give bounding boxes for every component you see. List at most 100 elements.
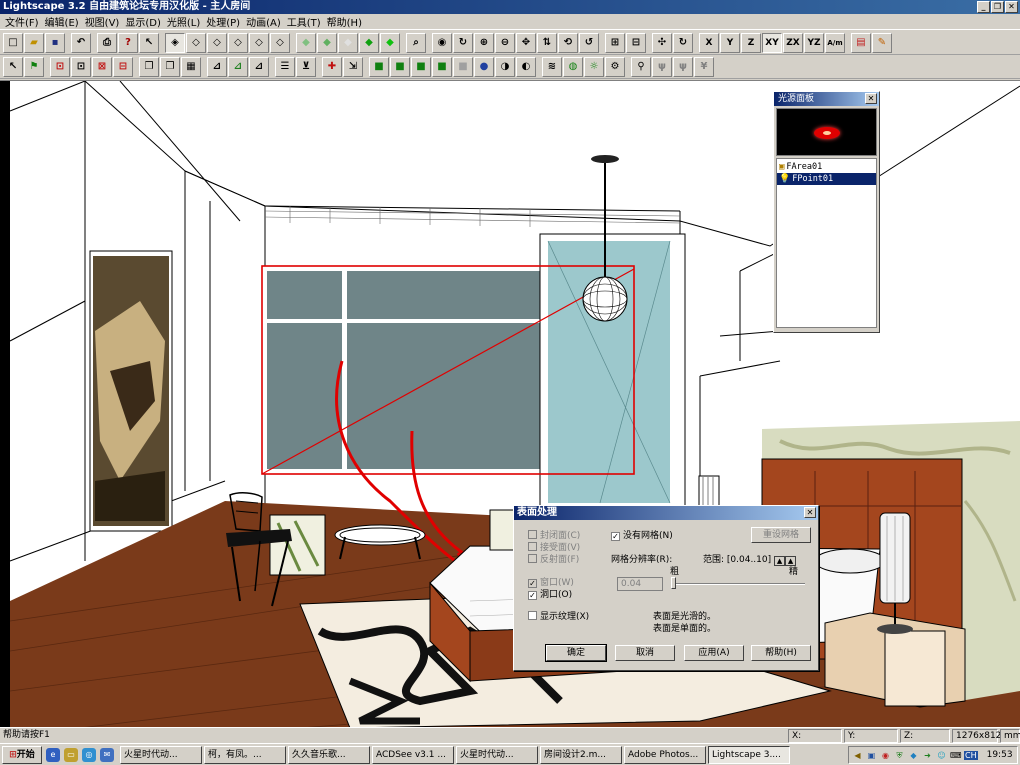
spin-up-icon[interactable]: ▲ bbox=[774, 556, 786, 566]
reflect-face-checkbox[interactable]: 反射面(F) bbox=[528, 552, 579, 565]
media-icon[interactable]: ◎ bbox=[82, 747, 96, 762]
radiosity-icon[interactable]: ◍ bbox=[563, 56, 583, 77]
move-icon[interactable]: ✣ bbox=[652, 32, 672, 53]
axis-am-button[interactable]: A/m bbox=[825, 32, 845, 53]
select-mode-icon[interactable]: ◈ bbox=[165, 32, 185, 53]
axis-zx-button[interactable]: ZX bbox=[783, 32, 803, 53]
undo-icon[interactable]: ↶ bbox=[71, 32, 91, 53]
layers-stack-icon[interactable]: ≋ bbox=[542, 56, 562, 77]
select-red-icon[interactable]: ⊡ bbox=[50, 56, 70, 77]
task-button[interactable]: 房间设计2.m... bbox=[540, 745, 622, 764]
figure-icon[interactable]: ψ bbox=[652, 56, 672, 77]
block-edit-icon[interactable]: ■ bbox=[432, 56, 452, 77]
menu-tools[interactable]: 工具(T) bbox=[284, 14, 324, 29]
desktop-icon[interactable]: ▭ bbox=[64, 747, 78, 762]
menu-edit[interactable]: 编辑(E) bbox=[42, 14, 82, 29]
rotate-icon[interactable]: ⟲ bbox=[558, 32, 578, 53]
dialog-close-button[interactable]: ✕ bbox=[804, 507, 816, 518]
edit-block-icon[interactable]: ⊿ bbox=[228, 56, 248, 77]
zoom-extents-icon[interactable]: ⊞ bbox=[605, 32, 625, 53]
resolution-slider-thumb[interactable] bbox=[671, 577, 676, 589]
light-panel-close-button[interactable]: ✕ bbox=[865, 93, 877, 104]
transform-icon[interactable]: ⇲ bbox=[343, 56, 363, 77]
edit-material-icon[interactable]: ⊿ bbox=[249, 56, 269, 77]
filter-icon[interactable]: ⊻ bbox=[296, 56, 316, 77]
block-green-icon[interactable]: ■ bbox=[369, 56, 389, 77]
copy-icon[interactable]: ❐ bbox=[139, 56, 159, 77]
select-box-icon[interactable]: ⊡ bbox=[71, 56, 91, 77]
block-instance-icon[interactable]: ■ bbox=[411, 56, 431, 77]
select-green-icon[interactable]: ⚑ bbox=[24, 56, 44, 77]
resolution-slider-track[interactable] bbox=[671, 583, 805, 585]
menu-light[interactable]: 光照(L) bbox=[164, 14, 203, 29]
help-button[interactable]: 帮助(H) bbox=[751, 645, 811, 661]
globe-icon[interactable]: ● bbox=[474, 56, 494, 77]
axis-z-button[interactable]: Z bbox=[741, 32, 761, 53]
process-icon[interactable]: ⚙ bbox=[605, 56, 625, 77]
task-button[interactable]: 柯，有凤。... bbox=[204, 745, 286, 764]
outlook-icon[interactable]: ✉ bbox=[100, 747, 114, 762]
context-help-icon[interactable]: ↖ bbox=[139, 32, 159, 53]
menu-display[interactable]: 显示(D) bbox=[122, 14, 164, 29]
half-sphere-icon[interactable]: ◐ bbox=[516, 56, 536, 77]
menu-process[interactable]: 处理(P) bbox=[203, 14, 243, 29]
pan-icon[interactable]: ✥ bbox=[516, 32, 536, 53]
light-list-item-fpoint01[interactable]: 💡 FPoint01 bbox=[777, 173, 876, 185]
save-icon[interactable]: ▪ bbox=[45, 32, 65, 53]
open-file-icon[interactable]: ▰ bbox=[24, 32, 44, 53]
hidden-line-icon[interactable]: ◇ bbox=[207, 32, 227, 53]
help-icon[interactable]: ? bbox=[118, 32, 138, 53]
cancel-button[interactable]: 取消 bbox=[615, 645, 675, 661]
zoom-window-icon[interactable]: ⌕ bbox=[406, 32, 426, 53]
eye-icon[interactable]: ◉ bbox=[432, 32, 452, 53]
menu-help[interactable]: 帮助(H) bbox=[324, 14, 365, 29]
light-list-item-farea01[interactable]: ▣ FArea01 bbox=[777, 161, 876, 173]
menu-animation[interactable]: 动画(A) bbox=[243, 14, 284, 29]
light-panel[interactable]: 光源面板 ✕ ▣ FArea01 💡 FPoint01 bbox=[773, 91, 880, 333]
tray-app-icon[interactable]: ◆ bbox=[908, 750, 919, 761]
select-invert-icon[interactable]: ⊟ bbox=[113, 56, 133, 77]
ok-button[interactable]: 确定 bbox=[545, 644, 607, 662]
wireframe-cube-icon[interactable]: ◇ bbox=[186, 32, 206, 53]
reset-mesh-button[interactable]: 重设网格 bbox=[751, 527, 811, 543]
person-grey-icon[interactable]: ψ bbox=[673, 56, 693, 77]
render-icon[interactable]: ▤ bbox=[851, 32, 871, 53]
network-icon[interactable]: ▣ bbox=[866, 750, 877, 761]
green-solid-cube-icon[interactable]: ◆ bbox=[359, 32, 379, 53]
task-button[interactable]: 火星时代动... bbox=[456, 745, 538, 764]
zoom-out-icon[interactable]: ⊖ bbox=[495, 32, 515, 53]
task-button-active[interactable]: Lightscape 3.... bbox=[708, 745, 790, 764]
show-texture-checkbox[interactable]: 显示纹理(X) bbox=[528, 609, 589, 622]
opening-checkbox[interactable]: ✓ 洞口(O) bbox=[528, 587, 572, 600]
white-cube-icon[interactable]: ◆ bbox=[338, 32, 358, 53]
language-indicator[interactable]: CH bbox=[964, 750, 978, 760]
walk-icon[interactable]: ⇅ bbox=[537, 32, 557, 53]
layer-icon[interactable]: ▦ bbox=[181, 56, 201, 77]
pointer-icon[interactable]: ↖ bbox=[3, 56, 23, 77]
close-button[interactable]: ✕ bbox=[1005, 1, 1018, 13]
block-grey-icon[interactable]: ■ bbox=[453, 56, 473, 77]
flat-cube-icon[interactable]: ◇ bbox=[249, 32, 269, 53]
add-light-icon[interactable]: ✚ bbox=[322, 56, 342, 77]
keyboard-icon[interactable]: ⌨ bbox=[950, 750, 962, 761]
zoom-icon[interactable]: ⊕ bbox=[474, 32, 494, 53]
restore-button[interactable]: ❐ bbox=[991, 1, 1004, 13]
task-button[interactable]: ACDSee v3.1 ... bbox=[372, 745, 454, 764]
axis-yz-button[interactable]: YZ bbox=[804, 32, 824, 53]
task-button[interactable]: 久久音乐歌... bbox=[288, 745, 370, 764]
green-texture-cube-icon[interactable]: ◆ bbox=[380, 32, 400, 53]
shield-icon[interactable]: ⛨ bbox=[894, 750, 905, 761]
zoom-all-icon[interactable]: ⊟ bbox=[626, 32, 646, 53]
axis-xy-button[interactable]: XY bbox=[762, 32, 782, 53]
refresh-view-icon[interactable]: ↺ bbox=[579, 32, 599, 53]
antivirus-icon[interactable]: ◉ bbox=[880, 750, 891, 761]
speaker-icon[interactable]: ◀ bbox=[852, 750, 863, 761]
new-file-icon[interactable]: □ bbox=[3, 32, 23, 53]
resolution-input[interactable]: 0.04 bbox=[617, 577, 663, 591]
start-button[interactable]: ⊞开始 bbox=[2, 745, 42, 764]
task-button[interactable]: 火星时代动... bbox=[120, 745, 202, 764]
paste-icon[interactable]: ❐ bbox=[160, 56, 180, 77]
green-wire-cube-icon[interactable]: ◆ bbox=[296, 32, 316, 53]
minimize-button[interactable]: _ bbox=[977, 1, 990, 13]
task-button[interactable]: Adobe Photos... bbox=[624, 745, 706, 764]
